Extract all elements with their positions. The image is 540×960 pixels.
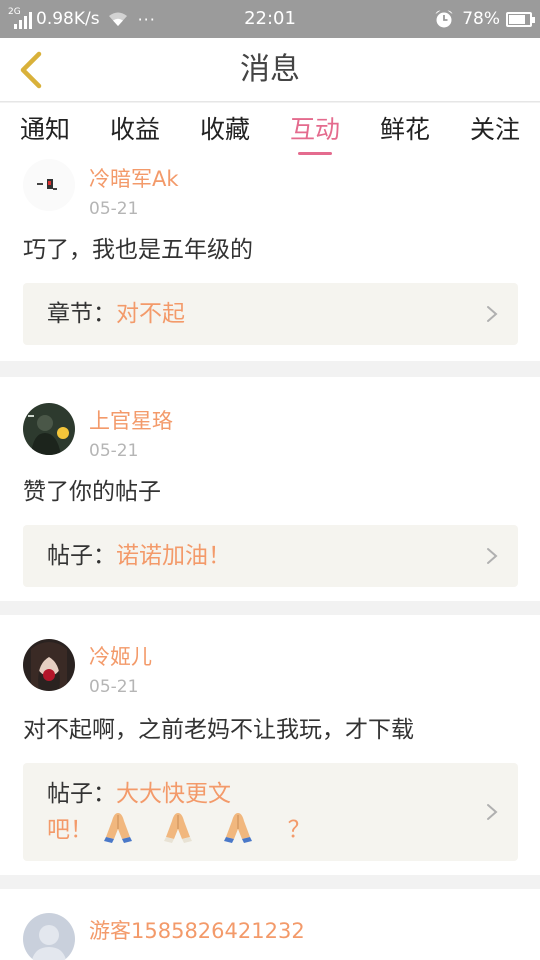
- message-card: 冷暗军Ak 05-21 巧了，我也是五年级的 章节：对不起: [0, 159, 540, 361]
- reference-link[interactable]: 帖子：诺诺加油！: [23, 525, 518, 587]
- avatar[interactable]: [23, 913, 75, 960]
- pray-emoji-icon: [104, 813, 133, 843]
- tab-bar: 通知 收益 收藏 互动 鲜花 关注: [0, 103, 540, 159]
- message-text: 赞了你的帖子: [23, 479, 161, 505]
- status-bar-right: 78%: [434, 0, 535, 38]
- avatar[interactable]: [23, 159, 75, 211]
- battery-icon: [506, 11, 535, 27]
- avatar[interactable]: [23, 403, 75, 455]
- chevron-right-icon: [487, 306, 498, 322]
- reference-title: 对不起: [116, 301, 185, 327]
- avatar-image: [23, 639, 75, 691]
- reference-title: 大大快更文: [116, 781, 231, 807]
- reference-label: 章节：: [47, 301, 116, 327]
- message-header: 游客1585826421232: [0, 889, 540, 960]
- username[interactable]: 游客1585826421232: [89, 915, 305, 945]
- reference-link[interactable]: 章节：对不起: [23, 283, 518, 345]
- message-card: 冷姬儿 05-21 对不起啊，之前老妈不让我玩，才下载 帖子：大大快更文 吧！: [0, 615, 540, 875]
- avatar-image: [23, 159, 75, 211]
- message-header: 冷姬儿 05-21: [0, 615, 540, 713]
- tab-follows[interactable]: 关注: [468, 103, 522, 159]
- tab-interactions[interactable]: 互动: [288, 103, 342, 159]
- reference-title-tail: ？: [287, 817, 311, 843]
- reference-label: 帖子：: [47, 543, 116, 569]
- avatar-image: [23, 403, 75, 455]
- message-text: 巧了，我也是五年级的: [23, 237, 253, 263]
- pray-emoji-icon: [224, 813, 253, 843]
- tab-earnings[interactable]: 收益: [108, 103, 162, 159]
- avatar[interactable]: [23, 639, 75, 691]
- chevron-right-icon: [487, 548, 498, 564]
- tab-favorites[interactable]: 收藏: [198, 103, 252, 159]
- message-text: 对不起啊，之前老妈不让我玩，才下载: [23, 717, 414, 743]
- username[interactable]: 上官星珞: [89, 405, 173, 435]
- message-date: 05-21: [89, 441, 139, 461]
- battery-percent: 78%: [462, 9, 500, 29]
- tab-flowers[interactable]: 鲜花: [378, 103, 432, 159]
- message-list: 冷暗军Ak 05-21 巧了，我也是五年级的 章节：对不起 上官星珞 05-21…: [0, 159, 540, 960]
- status-bar: 2G 0.98K/s ··· 22:01 78%: [0, 0, 540, 38]
- pray-emoji-icon: [164, 813, 193, 843]
- message-header: 上官星珞 05-21: [0, 377, 540, 475]
- page-title: 消息: [240, 52, 300, 87]
- message-card: 上官星珞 05-21 赞了你的帖子 帖子：诺诺加油！: [0, 377, 540, 601]
- reference-title: 诺诺加油！: [116, 543, 231, 569]
- tab-notifications[interactable]: 通知: [18, 103, 72, 159]
- message-header: 冷暗军Ak 05-21: [0, 159, 540, 235]
- username[interactable]: 冷暗军Ak: [89, 163, 179, 193]
- reference-link[interactable]: 帖子：大大快更文 吧！ ？: [23, 763, 518, 861]
- default-avatar-icon: [31, 925, 67, 960]
- message-card: 游客1585826421232: [0, 889, 540, 960]
- top-app-bar: 消息: [0, 38, 540, 102]
- reference-title-continued: 吧！: [47, 817, 93, 843]
- message-date: 05-21: [89, 677, 139, 697]
- message-date: 05-21: [89, 199, 139, 219]
- reference-label: 帖子：: [47, 781, 116, 807]
- alarm-icon: [435, 10, 453, 28]
- chevron-right-icon: [487, 804, 498, 820]
- username[interactable]: 冷姬儿: [89, 641, 152, 671]
